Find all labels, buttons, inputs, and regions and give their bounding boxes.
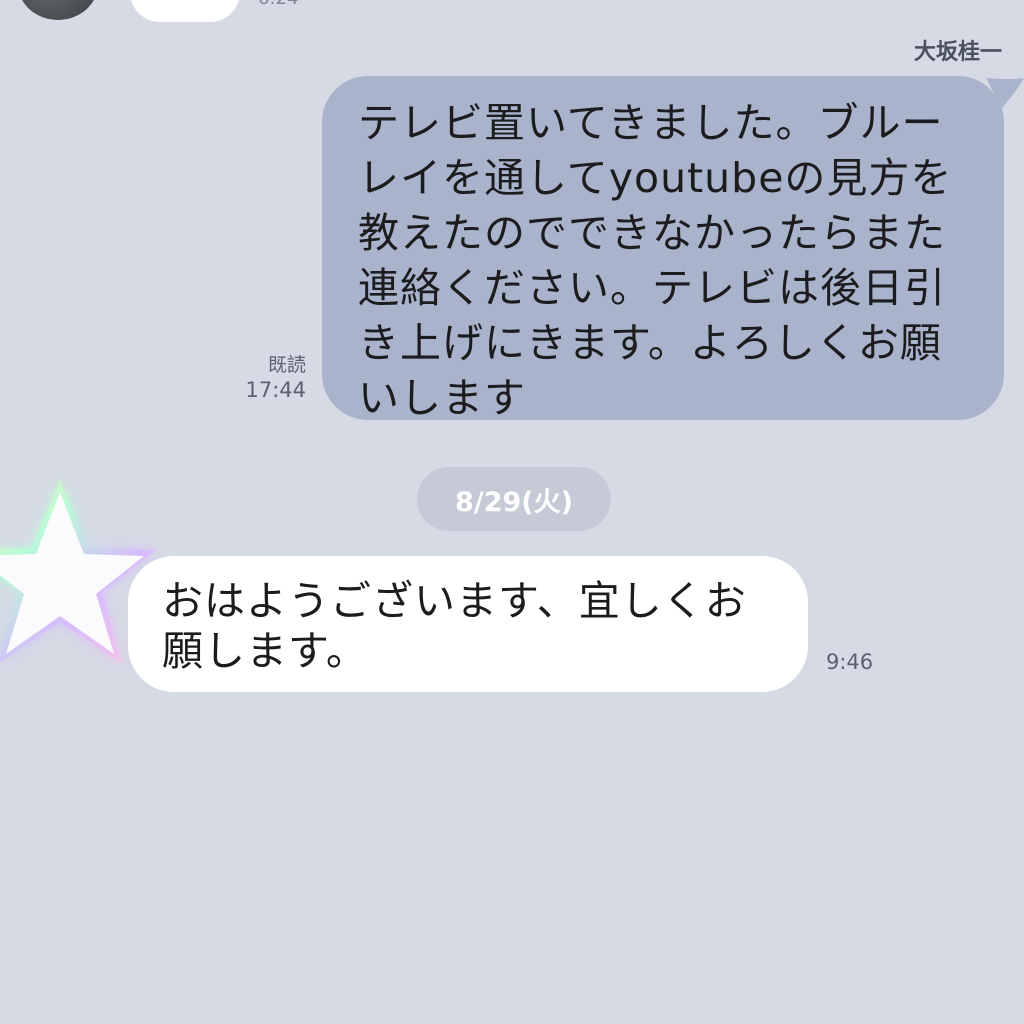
chat-view: 6:24 大坂桂一 テレビ置いてきました。ブルーレイを通してyoutubeの見方… — [0, 0, 1024, 1024]
message-bubble-outgoing[interactable]: テレビ置いてきました。ブルーレイを通してyoutubeの見方を教えたのでできなか… — [322, 76, 1004, 422]
message-time: 9:46 — [826, 650, 874, 674]
message-bubble-incoming[interactable]: おはようございます、宜しくお願します。 — [128, 556, 808, 692]
message-bubble-previous[interactable] — [130, 0, 240, 22]
message-text: おはようございます、宜しくお願します。 — [162, 577, 747, 675]
sender-name: 大坂桂一 — [913, 40, 1002, 65]
avatar[interactable] — [18, 0, 98, 20]
date-divider: 8/29(火) — [417, 467, 611, 531]
message-time-previous: 6:24 — [258, 0, 298, 9]
read-receipt: 既読 — [267, 354, 306, 376]
message-text: テレビ置いてきました。ブルーレイを通してyoutubeの見方を教えたのでできなか… — [358, 99, 953, 422]
message-time: 17:44 — [245, 378, 306, 402]
